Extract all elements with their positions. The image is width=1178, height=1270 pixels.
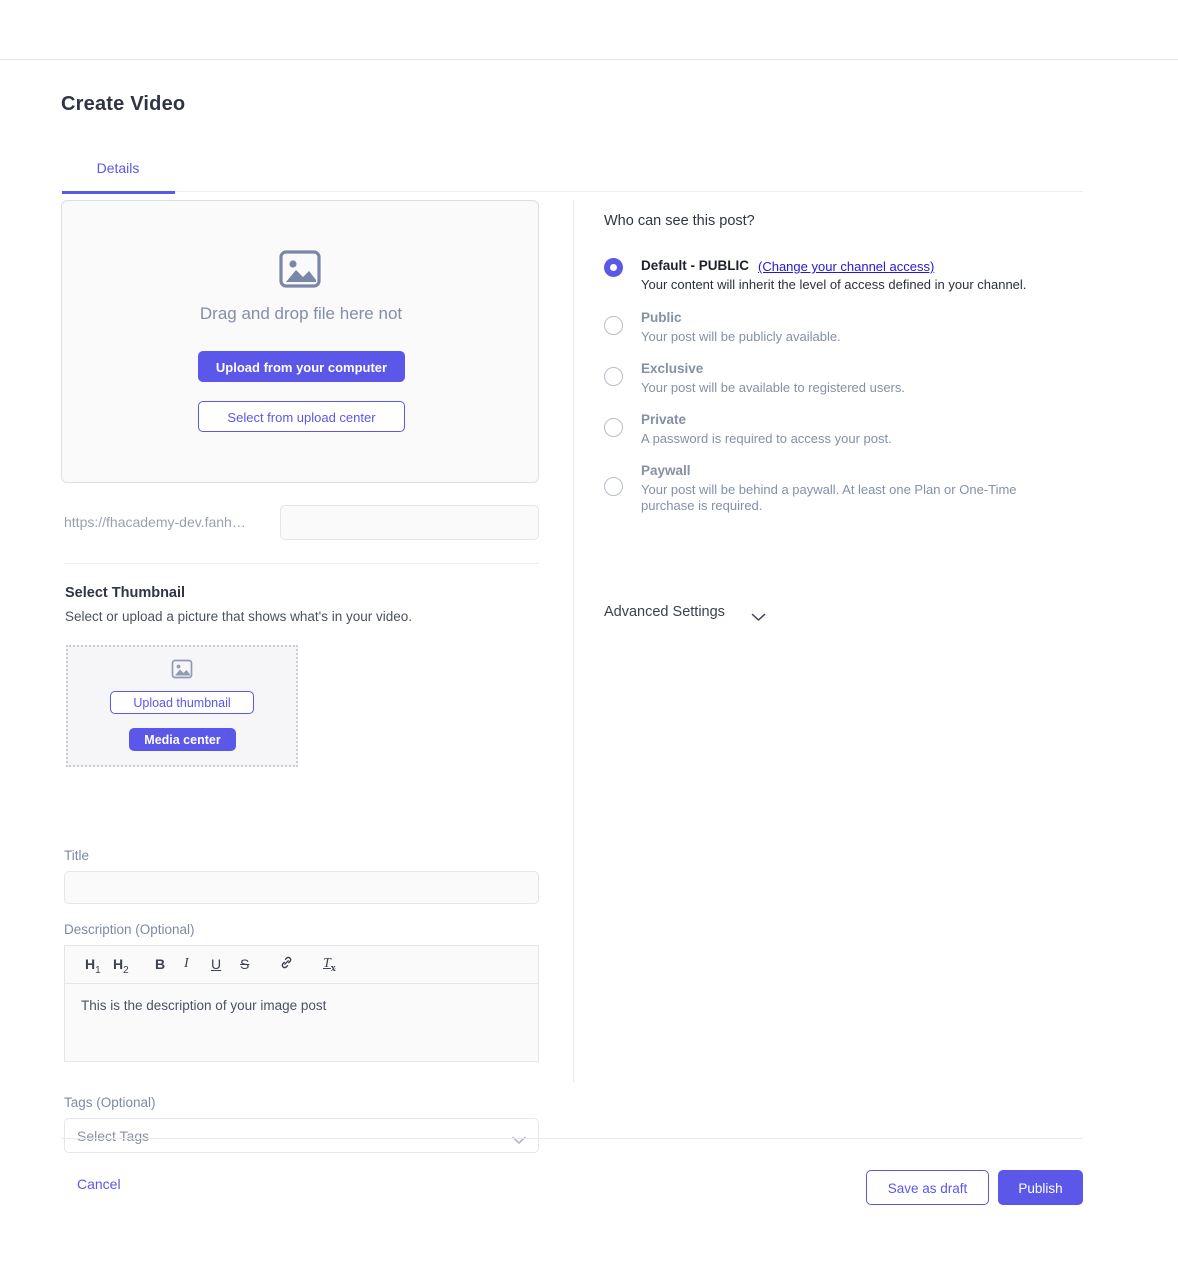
visibility-option-description: Your post will be available to registere… [641,380,905,395]
save-as-draft-button[interactable]: Save as draft [866,1170,989,1205]
description-editor: H1 H2 B I U S Tx This is the description… [64,945,539,1062]
italic-icon[interactable]: I [184,955,189,973]
upload-from-computer-button[interactable]: Upload from your computer [198,351,405,382]
tab-active-indicator [62,191,175,194]
clear-formatting-icon[interactable]: Tx [323,955,336,978]
footer-divider [61,1138,1083,1139]
image-placeholder-icon [278,249,322,294]
url-slug-input[interactable] [280,505,539,540]
url-prefix-label: https://fhacademy-dev.fanh… [64,514,246,530]
thumbnail-section-title: Select Thumbnail [65,585,186,601]
page-title: Create Video [61,93,186,115]
description-toolbar: H1 H2 B I U S Tx [65,946,538,984]
visibility-option-description: Your post will be behind a paywall. At l… [641,482,1017,513]
visibility-option-label: Exclusive [641,361,704,376]
image-placeholder-icon [171,659,193,684]
visibility-option-description: Your post will be publicly available. [641,329,841,344]
radio-public[interactable] [604,316,623,335]
publish-button[interactable]: Publish [998,1170,1083,1205]
url-row: https://fhacademy-dev.fanh… [61,505,539,540]
description-label: Description (Optional) [64,922,195,937]
media-center-button[interactable]: Media center [129,728,236,751]
visibility-section-title: Who can see this post? [604,213,755,229]
advanced-settings-toggle[interactable]: Advanced Settings [604,604,725,620]
tags-label: Tags (Optional) [64,1095,156,1110]
radio-private[interactable] [604,418,623,437]
visibility-option-description: Your content will inherit the level of a… [641,277,1027,292]
radio-default-public[interactable] [604,258,623,277]
visibility-option-description: A password is required to access your po… [641,431,892,446]
thumbnail-dropzone[interactable]: Upload thumbnail Media center [66,645,298,767]
tags-placeholder: Select Tags [77,1128,150,1144]
heading-1-icon[interactable]: H1 [85,955,101,980]
radio-exclusive[interactable] [604,367,623,386]
change-channel-access-link[interactable]: (Change your channel access) [758,259,934,274]
link-icon[interactable] [279,955,294,974]
description-text[interactable]: This is the description of your image po… [65,984,538,1061]
underline-icon[interactable]: U [211,955,221,973]
left-column: Drag and drop file here not Upload from … [61,200,543,1153]
chevron-down-icon[interactable] [751,609,766,627]
file-dropzone[interactable]: Drag and drop file here not Upload from … [61,200,539,483]
visibility-option-label: Paywall [641,463,691,478]
select-from-upload-center-button[interactable]: Select from upload center [198,401,405,432]
visibility-option-label: Private [641,412,687,427]
bold-icon[interactable]: B [155,955,165,973]
upload-thumbnail-button[interactable]: Upload thumbnail [110,691,254,714]
cancel-button[interactable]: Cancel [77,1176,121,1192]
title-label: Title [64,848,90,863]
strikethrough-icon[interactable]: S [240,955,249,973]
heading-2-icon[interactable]: H2 [113,955,129,980]
chevron-down-icon [512,1132,526,1150]
visibility-option-label: Default - PUBLIC [641,258,749,273]
radio-paywall[interactable] [604,477,623,496]
title-input[interactable] [64,871,539,904]
tags-select[interactable]: Select Tags [64,1118,539,1153]
tab-details[interactable]: Details [61,160,175,187]
thumbnail-section-subtitle: Select or upload a picture that shows wh… [65,609,413,624]
create-video-page: Create Video Details Drag and drop file … [0,60,1178,1270]
top-app-bar [0,0,1178,60]
dropzone-hint: Drag and drop file here not [199,304,403,323]
column-divider [573,200,574,1082]
visibility-option-label: Public [641,310,682,325]
section-divider [64,563,539,564]
tab-bar: Details [61,160,1083,194]
